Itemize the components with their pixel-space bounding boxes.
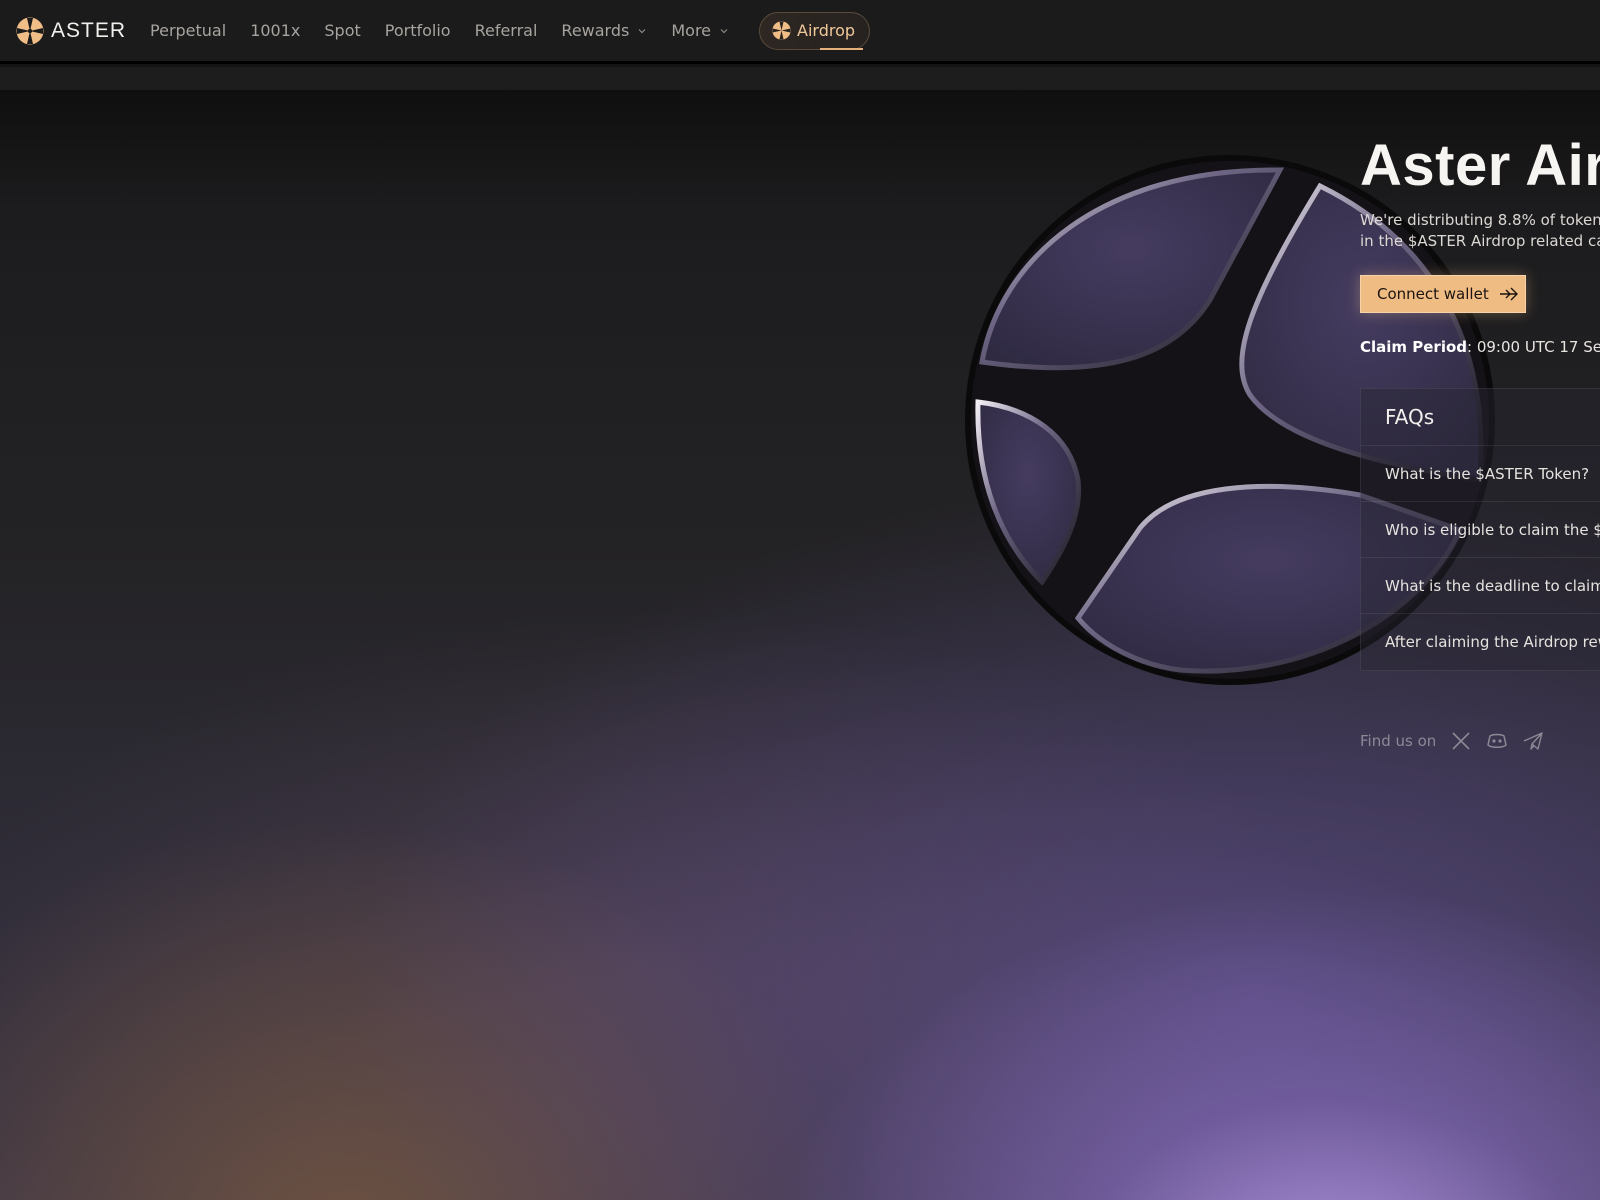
social-label: Find us on: [1360, 732, 1437, 750]
description-line: We're distributing 8.8% of token allocat…: [1360, 211, 1600, 229]
nav-label: Perpetual: [150, 21, 227, 40]
description-line: in the $ASTER Airdrop related campaigns.: [1360, 232, 1600, 250]
x-icon[interactable]: [1450, 730, 1472, 752]
nav-label: Spot: [324, 21, 361, 40]
arrow-right-icon: [1499, 287, 1518, 301]
page-title: Aster Airdrop: [1360, 133, 1600, 198]
nav-label: Rewards: [561, 21, 630, 40]
faq-panel: FAQs What is the $ASTER Token? Who is el…: [1360, 388, 1600, 671]
chevron-down-icon: [638, 28, 646, 33]
connect-wallet-label: Connect wallet: [1377, 285, 1489, 303]
faq-item[interactable]: Who is eligible to claim the $ASTER Aird…: [1361, 502, 1600, 558]
active-indicator: [820, 47, 864, 50]
nav-label: 1001x: [250, 21, 301, 40]
claim-period: Claim Period: 09:00 UTC 17 September 202…: [1360, 338, 1600, 356]
social-links: Find us on: [1360, 730, 1558, 752]
airdrop-nav-label: Airdrop: [797, 21, 856, 40]
nav-label: Portfolio: [384, 21, 451, 40]
sub-header-bar: [0, 67, 1600, 90]
nav-item-spot[interactable]: Spot: [324, 21, 360, 40]
brand-name: ASTER: [51, 18, 127, 42]
faq-item[interactable]: What is the $ASTER Token?: [1361, 446, 1600, 502]
brand-logo[interactable]: ASTER: [16, 17, 126, 45]
discord-icon[interactable]: [1486, 730, 1508, 752]
nav-item-portfolio[interactable]: Portfolio: [385, 21, 451, 40]
connect-wallet-button[interactable]: Connect wallet: [1360, 275, 1526, 313]
faq-item[interactable]: After claiming the Airdrop rewards, wher…: [1361, 614, 1600, 670]
claim-period-value: : 09:00 UTC 17 September 2025: [1467, 338, 1600, 356]
faq-title: FAQs: [1361, 389, 1600, 446]
nav-item-1001x[interactable]: 1001x: [250, 21, 300, 40]
nav-label: Referral: [474, 21, 538, 40]
telegram-icon[interactable]: [1522, 730, 1544, 752]
nav-item-referral[interactable]: Referral: [475, 21, 538, 40]
main-nav: Perpetual 1001x Spot Portfolio Referral …: [142, 0, 745, 63]
nav-label: More: [671, 21, 712, 40]
nav-item-rewards[interactable]: Rewards: [561, 21, 647, 40]
airdrop-nav-button[interactable]: Airdrop: [759, 11, 871, 50]
top-navigation-bar: ASTER Perpetual 1001x Spot Portfolio Ref…: [0, 0, 1600, 64]
nav-item-more[interactable]: More: [671, 21, 729, 40]
chevron-down-icon: [720, 28, 728, 33]
faq-item[interactable]: What is the deadline to claim the Airdro…: [1361, 558, 1600, 614]
aster-logo-icon: [16, 17, 44, 44]
claim-period-label: Claim Period: [1360, 338, 1468, 356]
hero-section: Aster Airdrop We're distributing 8.8% of…: [0, 90, 1600, 1200]
airdrop-description: We're distributing 8.8% of token allocat…: [1360, 210, 1600, 252]
nav-item-perpetual[interactable]: Perpetual: [150, 21, 226, 40]
aster-logo-icon: [772, 21, 791, 40]
